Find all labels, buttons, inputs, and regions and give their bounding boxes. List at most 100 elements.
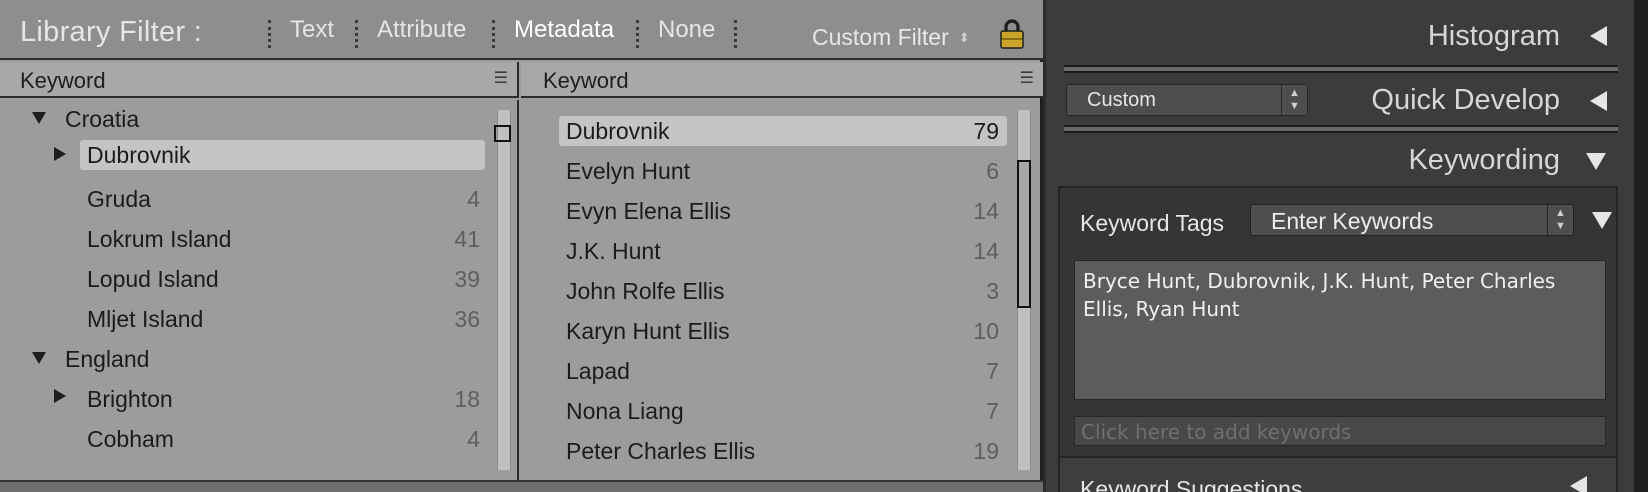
select-value: Custom (1087, 89, 1156, 111)
list-item[interactable]: Brighton 18 (80, 382, 480, 416)
stepper-arrows-icon: ▲ ▼ (1281, 85, 1307, 115)
checkbox[interactable] (494, 125, 511, 142)
list-item[interactable]: John Rolfe Ellis 3 (559, 274, 1007, 308)
separator (355, 20, 358, 48)
list-item-label: England (65, 346, 150, 372)
list-item[interactable]: Cobham 4 (80, 422, 480, 456)
filter-tab-none[interactable]: None (658, 16, 715, 44)
panel-divider (1064, 125, 1618, 133)
keyword-tags-mode-select[interactable]: Enter Keywords ▲ ▼ (1250, 204, 1574, 236)
custom-filter-select[interactable]: Custom Filter ⬍ (812, 24, 970, 51)
list-item-label: Lopud Island (87, 266, 219, 292)
keywords-textarea[interactable]: Bryce Hunt, Dubrovnik, J.K. Hunt, Peter … (1074, 260, 1606, 400)
list-item-label: J.K. Hunt (566, 238, 661, 264)
stepper-arrows-icon: ⬍ (958, 30, 970, 45)
list-item-label: Mljet Island (87, 306, 204, 332)
list-item-count: 79 (973, 118, 999, 144)
list-item[interactable]: Evyn Elena Ellis 14 (559, 194, 1007, 228)
list-item-count: 7 (986, 358, 999, 384)
list-item-count: 14 (973, 198, 999, 224)
keyword-tags-expand-icon[interactable] (1592, 212, 1612, 229)
keywording-panel: Keyword Tags Enter Keywords ▲ ▼ Bryce Hun… (1058, 186, 1618, 492)
list-item-label: Gruda (87, 186, 151, 212)
list-item-label: Cobham (87, 426, 174, 452)
collapse-triangle-icon[interactable] (1590, 91, 1607, 111)
list-item-count: 36 (454, 306, 480, 332)
select-value: Enter Keywords (1271, 208, 1434, 234)
list-item-count: 3 (986, 278, 999, 304)
list-item-label: Karyn Hunt Ellis (566, 318, 730, 344)
keyword-suggestions-label: Keyword Suggestions (1080, 476, 1303, 492)
list-item-label: Peter Charles Ellis (566, 438, 756, 464)
list-item[interactable]: Lapad 7 (559, 354, 1007, 388)
collapse-triangle-icon[interactable] (1570, 476, 1587, 492)
keyword-list-column: Dubrovnik 79 Evelyn Hunt 6 Evyn Elena El… (521, 100, 1043, 480)
list-item[interactable]: Lokrum Island 41 (80, 222, 480, 256)
list-item-count: 39 (454, 266, 480, 292)
separator (268, 20, 271, 48)
list-item-label: John Rolfe Ellis (566, 278, 725, 304)
column-header-keyword-1[interactable]: Keyword ☰ (0, 62, 519, 98)
list-item-label: Brighton (87, 386, 173, 412)
keyword-tags-label: Keyword Tags (1080, 210, 1225, 236)
lock-icon[interactable] (999, 18, 1025, 50)
library-filter-area: Library Filter : Text Attribute Metadata… (0, 0, 1043, 492)
list-item-label: Evyn Elena Ellis (566, 198, 731, 224)
quick-develop-preset-select[interactable]: Custom ▲ ▼ (1066, 84, 1308, 116)
right-panel: Histogram Custom ▲ ▼ Quick Develop Keywor… (1046, 0, 1648, 492)
disclosure-triangle-icon[interactable] (54, 147, 66, 161)
list-item[interactable]: J.K. Hunt 14 (559, 234, 1007, 268)
list-item[interactable]: Lopud Island 39 (80, 262, 480, 296)
list-item-label: Lapad (566, 358, 630, 384)
scrollbar[interactable] (497, 110, 511, 470)
list-item-count: 19 (973, 438, 999, 464)
separator (492, 20, 495, 48)
list-item[interactable]: Nona Liang 7 (559, 394, 1007, 428)
disclosure-triangle-icon[interactable] (54, 389, 66, 403)
list-item-label: Dubrovnik (566, 118, 670, 144)
list-item-count: 18 (454, 386, 480, 412)
list-item-count: 10 (973, 318, 999, 344)
list-item-label: Nona Liang (566, 398, 684, 424)
list-item-label: Croatia (65, 106, 140, 132)
library-filter-bar: Library Filter : Text Attribute Metadata… (0, 0, 1043, 60)
add-keywords-field[interactable]: Click here to add keywords (1074, 416, 1606, 446)
disclosure-triangle-icon[interactable] (32, 112, 46, 124)
column-header-label: Keyword (20, 68, 106, 93)
list-item-count: 4 (467, 426, 480, 452)
column-header-keyword-2[interactable]: Keyword ☰ (521, 62, 1043, 98)
filter-tab-text[interactable]: Text (290, 16, 334, 44)
list-item-label: Lokrum Island (87, 226, 232, 252)
list-item-count: 7 (986, 398, 999, 424)
list-item[interactable]: Karyn Hunt Ellis 10 (559, 314, 1007, 348)
list-item[interactable]: Gruda 4 (80, 182, 480, 216)
panel-title-keywording[interactable]: Keywording (1408, 144, 1560, 177)
scrollbar-thumb[interactable] (1017, 160, 1031, 308)
column-menu-icon[interactable]: ☰ (494, 68, 508, 88)
list-item[interactable]: Evelyn Hunt 6 (559, 154, 1007, 188)
collapse-triangle-icon[interactable] (1590, 26, 1607, 46)
list-item-count: 4 (467, 186, 480, 212)
panel-title-quick-develop[interactable]: Quick Develop (1371, 84, 1560, 117)
panel-scroll-edge (1634, 0, 1648, 492)
filter-tab-metadata[interactable]: Metadata (514, 16, 614, 44)
separator (734, 20, 737, 48)
panel-divider (1064, 65, 1618, 73)
list-item-selected[interactable]: Dubrovnik (80, 140, 485, 170)
list-item[interactable]: England (30, 342, 480, 376)
expand-triangle-icon[interactable] (1586, 153, 1606, 170)
list-item-count: 6 (986, 158, 999, 184)
column-menu-icon[interactable]: ☰ (1020, 68, 1034, 88)
list-item-selected[interactable]: Dubrovnik 79 (559, 116, 1007, 146)
list-item[interactable]: Croatia (30, 102, 480, 136)
keyword-hierarchy-column: Croatia Dubrovnik Gruda 4 Lokrum Island … (0, 100, 519, 480)
separator (636, 20, 639, 48)
disclosure-triangle-icon[interactable] (32, 352, 46, 364)
filter-tab-attribute[interactable]: Attribute (377, 16, 466, 44)
list-item[interactable]: Peter Charles Ellis 19 (559, 434, 1007, 468)
panel-title-histogram[interactable]: Histogram (1428, 20, 1560, 53)
list-item-count: 14 (973, 238, 999, 264)
list-item[interactable]: Mljet Island 36 (80, 302, 480, 336)
column-header-label: Keyword (543, 68, 629, 93)
keyword-suggestions-header[interactable]: Keyword Suggestions (1060, 456, 1616, 492)
